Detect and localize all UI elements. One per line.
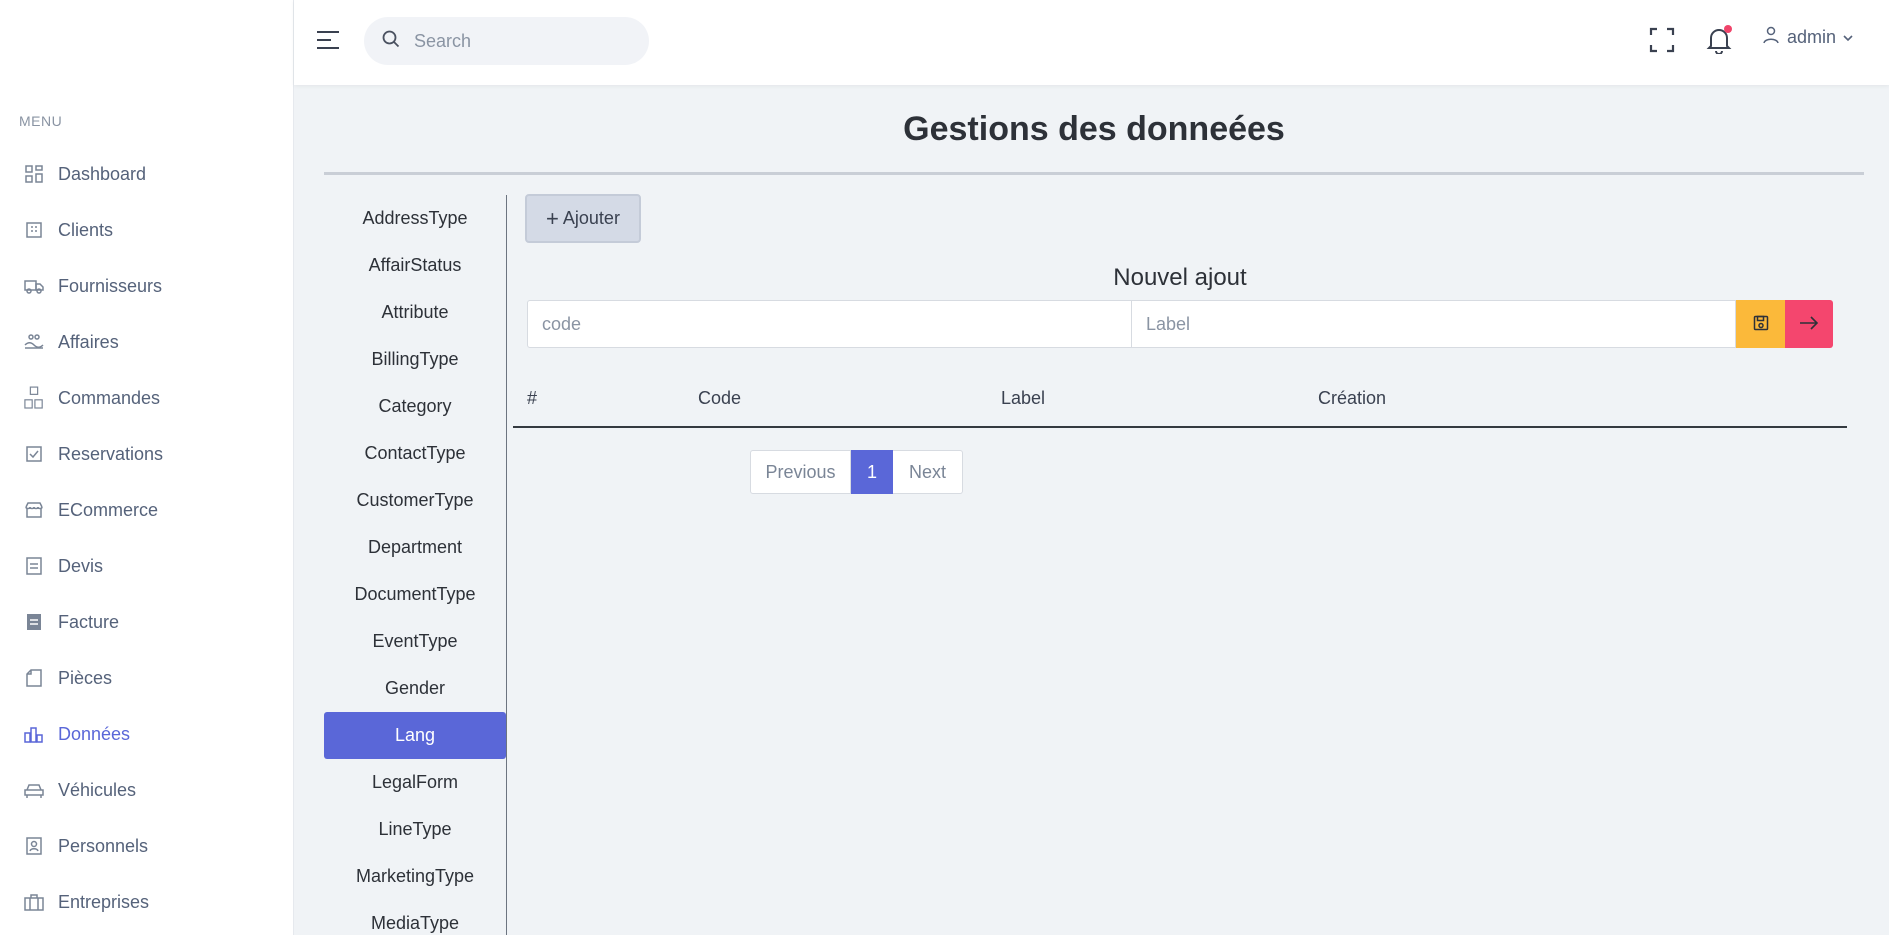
- add-form: [527, 300, 1833, 348]
- type-item-addresstype[interactable]: AddressType: [324, 195, 506, 242]
- boxes-icon: [24, 386, 44, 409]
- search-input[interactable]: [414, 30, 614, 52]
- page-title: Gestions des donneées: [903, 110, 1285, 148]
- type-item-eventtype[interactable]: EventType: [324, 618, 506, 665]
- page-1-button[interactable]: 1: [851, 450, 893, 494]
- handshake-icon: [24, 332, 44, 352]
- plus-icon: +: [546, 205, 559, 231]
- sidebar-item-commandes[interactable]: Commandes: [0, 378, 293, 418]
- menu-title: MENU: [19, 113, 63, 129]
- type-item-billingtype[interactable]: BillingType: [324, 336, 506, 383]
- next-page-button[interactable]: Next: [893, 450, 963, 494]
- sidebar-item-reservations[interactable]: Reservations: [0, 434, 293, 474]
- column-header-label: Label: [1001, 388, 1046, 408]
- chart-icon: [24, 724, 44, 744]
- building-icon: [24, 220, 44, 240]
- search-box: [364, 17, 649, 65]
- label-input[interactable]: [1132, 300, 1736, 348]
- brand-area: [0, 0, 293, 85]
- notification-bell-icon[interactable]: [1704, 25, 1734, 55]
- column-header-code: Code: [698, 388, 742, 408]
- truck-icon: [24, 276, 44, 296]
- fullscreen-icon[interactable]: [1647, 25, 1677, 55]
- car-icon: [24, 780, 44, 800]
- sidebar-item-label: Dashboard: [58, 163, 147, 184]
- type-item-mediatype[interactable]: MediaType: [324, 900, 506, 935]
- sidebar-item-facture[interactable]: Facture: [0, 602, 293, 642]
- briefcase-icon: [24, 892, 44, 912]
- sidebar-item-label: Affaires: [58, 331, 119, 352]
- sidebar-item-label: Véhicules: [58, 779, 137, 800]
- sidebar-item-dashboard[interactable]: Dashboard: [0, 154, 293, 194]
- sidebar-item-affaires[interactable]: Affaires: [0, 322, 293, 362]
- sidebar-item-pieces[interactable]: Pièces: [0, 658, 293, 698]
- grid-icon: [24, 164, 44, 184]
- previous-page-button[interactable]: Previous: [750, 450, 851, 494]
- sidebar-item-label: Devis: [58, 555, 104, 576]
- sidebar-item-clients[interactable]: Clients: [0, 210, 293, 250]
- store-icon: [24, 500, 44, 520]
- sidebar-item-vehicules[interactable]: Véhicules: [0, 770, 293, 810]
- notification-dot: [1724, 25, 1732, 33]
- add-button-label: Ajouter: [562, 208, 620, 228]
- type-item-lang[interactable]: Lang: [324, 712, 506, 759]
- sidebar-item-entreprises[interactable]: Entreprises: [0, 882, 293, 922]
- type-item-category[interactable]: Category: [324, 383, 506, 430]
- vertical-divider: [506, 195, 507, 935]
- user-menu[interactable]: admin: [1763, 26, 1854, 49]
- file-icon: [24, 668, 44, 688]
- arrow-right-icon: [1799, 315, 1819, 333]
- sidebar-item-label: Pièces: [58, 667, 113, 688]
- user-icon: [1763, 26, 1779, 49]
- sidebar-item-fournisseurs[interactable]: Fournisseurs: [0, 266, 293, 306]
- id-card-icon: [24, 836, 44, 856]
- type-item-attribute[interactable]: Attribute: [324, 289, 506, 336]
- sidebar: MENU Dashboard Clients Fournisseurs Affa…: [0, 0, 294, 935]
- sidebar-item-devis[interactable]: Devis: [0, 546, 293, 586]
- type-item-contacttype[interactable]: ContactType: [324, 430, 506, 477]
- type-item-affairstatus[interactable]: AffairStatus: [324, 242, 506, 289]
- sidebar-item-label: Entreprises: [58, 891, 150, 912]
- column-header-index: #: [527, 388, 538, 408]
- sidebar-item-label: Clients: [58, 219, 114, 240]
- save-icon: [1753, 315, 1769, 334]
- table-header: # Code Label Création: [513, 376, 1847, 428]
- topbar: admin: [294, 0, 1889, 85]
- type-item-department[interactable]: Department: [324, 524, 506, 571]
- type-item-gender[interactable]: Gender: [324, 665, 506, 712]
- form-title: Nouvel ajout: [1113, 264, 1247, 291]
- add-button[interactable]: + Ajouter: [525, 194, 641, 243]
- hamburger-menu-icon[interactable]: [316, 28, 340, 52]
- type-item-documenttype[interactable]: DocumentType: [324, 571, 506, 618]
- sidebar-item-personnels[interactable]: Personnels: [0, 826, 293, 866]
- sidebar-item-label: Reservations: [58, 443, 164, 464]
- document-icon: [24, 556, 44, 576]
- sidebar-item-ecommerce[interactable]: ECommerce: [0, 490, 293, 530]
- pagination: Previous 1 Next: [750, 450, 963, 494]
- sidebar-item-donnees[interactable]: Données: [0, 714, 293, 754]
- sidebar-item-label: Personnels: [58, 835, 149, 856]
- title-divider: [324, 172, 1864, 175]
- save-button[interactable]: [1736, 300, 1785, 348]
- data-type-list: AddressType AffairStatus Attribute Billi…: [324, 195, 506, 935]
- submit-arrow-button[interactable]: [1785, 300, 1833, 348]
- sidebar-item-label: Commandes: [58, 387, 161, 408]
- sidebar-item-label: Fournisseurs: [58, 275, 163, 296]
- type-item-customertype[interactable]: CustomerType: [324, 477, 506, 524]
- checkbox-icon: [24, 444, 44, 464]
- invoice-icon: [24, 612, 44, 632]
- chevron-down-icon: [1842, 29, 1854, 47]
- column-header-creation: Création: [1318, 388, 1387, 408]
- sidebar-item-label: ECommerce: [58, 499, 159, 520]
- user-name: admin: [1787, 27, 1837, 47]
- type-item-marketingtype[interactable]: MarketingType: [324, 853, 506, 900]
- type-item-linetype[interactable]: LineType: [324, 806, 506, 853]
- type-item-legalform[interactable]: LegalForm: [324, 759, 506, 806]
- sidebar-item-label: Facture: [58, 611, 120, 632]
- code-input[interactable]: [527, 300, 1132, 348]
- search-icon: [382, 30, 400, 53]
- sidebar-item-label: Données: [58, 723, 131, 744]
